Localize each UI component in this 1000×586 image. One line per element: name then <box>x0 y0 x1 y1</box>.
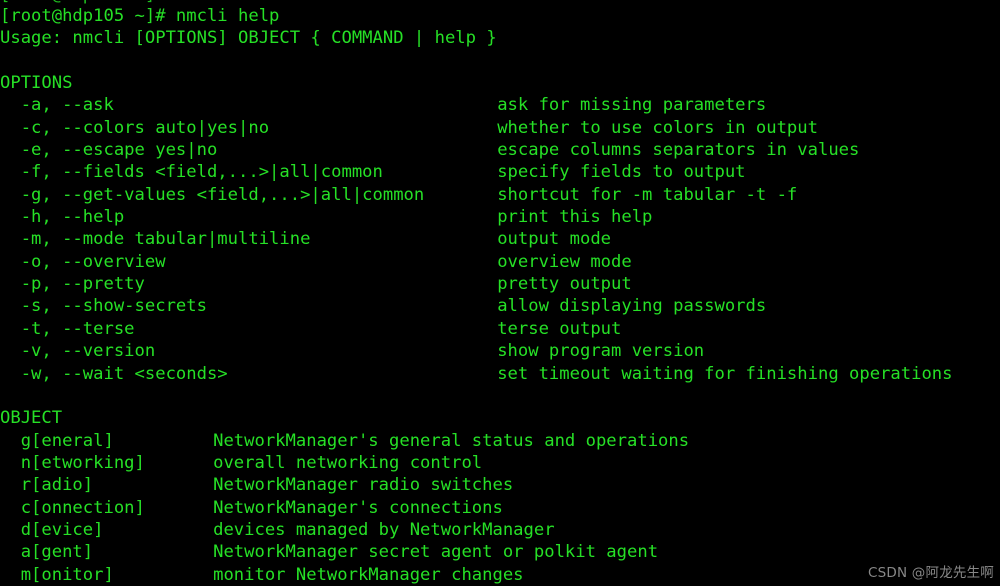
option-flag: -o, --overview <box>0 251 166 272</box>
object-name: r[adio] <box>0 475 94 496</box>
object-row: n[etworking] overall networking control <box>0 452 1000 474</box>
object-row: d[evice] devices managed by NetworkManage… <box>0 519 1000 541</box>
option-row: -p, --pretty pretty output <box>0 273 1000 295</box>
option-row: -a, --ask ask for missing parameters <box>0 94 1000 116</box>
object-row: g[eneral] NetworkManager's general status… <box>0 430 1000 452</box>
option-row: -g, --get-values <field,...>|all|common s… <box>0 184 1000 206</box>
option-row: -s, --show-secrets allow displaying passw… <box>0 295 1000 317</box>
object-name: g[eneral] <box>0 430 114 451</box>
object-name: n[etworking] <box>0 452 145 473</box>
option-flag: -s, --show-secrets <box>0 296 207 317</box>
option-description: whether to use colors in output <box>497 117 818 138</box>
option-description: overview mode <box>497 251 632 272</box>
object-description: NetworkManager radio switches <box>213 475 514 496</box>
option-description: specify fields to output <box>497 162 746 183</box>
option-flag: -a, --ask <box>0 95 114 116</box>
option-flag: -g, --get-values <field,...>|all|common <box>0 184 425 205</box>
option-flag: -p, --pretty <box>0 274 145 295</box>
object-name: d[evice] <box>0 519 104 540</box>
option-flag: -e, --escape yes|no <box>0 140 218 161</box>
option-flag: -h, --help <box>0 207 125 228</box>
option-flag: -f, --fields <field,...>|all|common <box>0 162 383 183</box>
option-flag: -v, --version <box>0 341 156 362</box>
option-description: shortcut for -m tabular -t -f <box>497 184 798 205</box>
options-section-heading: OPTIONS <box>0 73 73 94</box>
terminal-window[interactable]: [root@hdp105 ~]# [root@hdp105 ~]# nmcli … <box>0 0 1000 586</box>
object-row: a[gent] NetworkManager secret agent or po… <box>0 541 1000 563</box>
option-flag: -t, --terse <box>0 318 135 339</box>
usage-line: Usage: nmcli [OPTIONS] OBJECT { COMMAND … <box>0 28 497 49</box>
option-flag: -w, --wait <seconds> <box>0 363 228 384</box>
option-flag: -m, --mode tabular|multiline <box>0 229 311 250</box>
option-row: -e, --escape yes|no escape columns separa… <box>0 139 1000 161</box>
option-row: -m, --mode tabular|multiline output mode <box>0 228 1000 250</box>
option-row: -h, --help print this help <box>0 206 1000 228</box>
option-description: terse output <box>497 318 622 339</box>
object-description: NetworkManager's general status and oper… <box>213 430 690 451</box>
object-name: m[onitor] <box>0 564 114 585</box>
object-description: NetworkManager's connections <box>213 497 503 518</box>
object-row: r[adio] NetworkManager radio switches <box>0 474 1000 496</box>
option-row: -o, --overview overview mode <box>0 251 1000 273</box>
object-name: a[gent] <box>0 542 94 563</box>
option-description: show program version <box>497 341 705 362</box>
object-row: c[onnection] NetworkManager's connections <box>0 497 1000 519</box>
object-row: m[onitor] monitor NetworkManager changes <box>0 564 1000 586</box>
object-section-heading: OBJECT <box>0 408 63 429</box>
object-description: overall networking control <box>213 452 483 473</box>
option-row: -f, --fields <field,...>|all|common speci… <box>0 161 1000 183</box>
terminal-output: [root@hdp105 ~]# nmcli help Usage: nmcli… <box>0 5 1000 586</box>
option-row: -w, --wait <seconds> set timeout waiting … <box>0 363 1000 385</box>
option-row: -t, --terse terse output <box>0 318 1000 340</box>
option-description: print this help <box>497 207 653 228</box>
option-description: escape columns separators in values <box>497 140 860 161</box>
object-description: NetworkManager secret agent or polkit ag… <box>213 542 659 563</box>
shell-prompt-line: [root@hdp105 ~]# nmcli help <box>0 6 280 26</box>
option-description: output mode <box>497 229 612 250</box>
option-row: -c, --colors auto|yes|no whether to use c… <box>0 117 1000 139</box>
object-description: monitor NetworkManager changes <box>213 564 524 585</box>
option-description: ask for missing parameters <box>497 95 767 116</box>
option-description: pretty output <box>497 274 632 295</box>
option-description: set timeout waiting for finishing operat… <box>497 363 953 384</box>
option-description: allow displaying passwords <box>497 296 767 317</box>
object-name: c[onnection] <box>0 497 145 518</box>
object-description: devices managed by NetworkManager <box>213 519 555 540</box>
option-flag: -c, --colors auto|yes|no <box>0 117 270 138</box>
option-row: -v, --version show program version <box>0 340 1000 362</box>
